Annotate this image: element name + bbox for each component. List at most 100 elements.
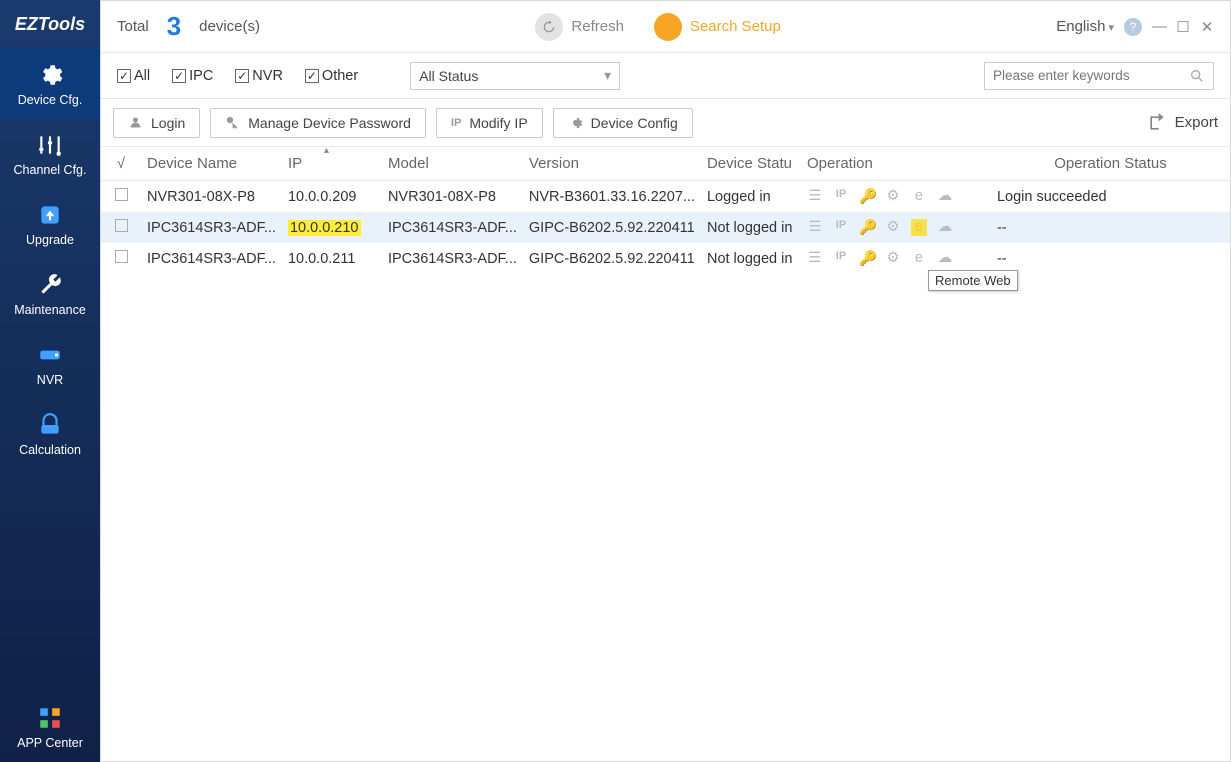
cell-device-status: Logged in [701, 181, 801, 213]
app-logo: EZTools [0, 0, 100, 49]
table-header-row: √ Device Name IP▴ Model Version Device S… [101, 147, 1230, 181]
wrench-icon [37, 272, 63, 298]
cloud-icon[interactable]: ☁ [937, 219, 953, 236]
topbar: Total 3 device(s) Refresh Search Setup E… [101, 1, 1230, 53]
search-input[interactable] [993, 68, 1189, 83]
gear-icon[interactable]: ⚙ [885, 219, 901, 236]
gear-icon[interactable]: ⚙ [885, 188, 901, 205]
col-ip[interactable]: IP▴ [282, 147, 382, 181]
tooltip-remote-web: Remote Web [928, 270, 1018, 291]
sidebar-item-maintenance[interactable]: Maintenance [0, 259, 100, 329]
language-selector[interactable]: English [1056, 18, 1114, 35]
help-icon[interactable]: ? [1124, 18, 1142, 36]
search-setup-icon [654, 13, 682, 41]
detail-icon[interactable]: ☰ [807, 219, 823, 236]
sidebar-item-label: APP Center [17, 736, 83, 750]
table-row[interactable]: NVR301-08X-P8 10.0.0.209 NVR301-08X-P8 N… [101, 181, 1230, 213]
cell-model: IPC3614SR3-ADF... [382, 212, 523, 243]
cell-operation-status: -- [991, 243, 1230, 274]
cell-ip: 10.0.0.211 [282, 243, 382, 274]
refresh-button[interactable]: Refresh [535, 13, 624, 41]
export-button[interactable]: Export [1147, 113, 1218, 133]
cloud-icon[interactable]: ☁ [937, 188, 953, 205]
key-icon[interactable]: 🔑 [859, 188, 875, 205]
sidebar-item-label: Upgrade [26, 233, 74, 247]
key-icon[interactable]: 🔑 [859, 219, 875, 236]
filter-bar: ✓All ✓IPC ✓NVR ✓Other All Status ▾ [101, 53, 1230, 99]
cell-device-status: Not logged in [701, 243, 801, 274]
remote-web-icon[interactable]: e [911, 219, 927, 236]
detail-icon[interactable]: ☰ [807, 188, 823, 205]
filter-all-checkbox[interactable]: ✓All [117, 68, 150, 84]
device-table: √ Device Name IP▴ Model Version Device S… [101, 147, 1230, 761]
chevron-down-icon: ▾ [604, 67, 611, 84]
sidebar-item-label: Calculation [19, 443, 81, 457]
key-icon[interactable]: 🔑 [859, 250, 875, 267]
ip-icon[interactable]: IP [833, 250, 849, 267]
sort-indicator-icon: ▴ [324, 147, 329, 156]
search-setup-button[interactable]: Search Setup [654, 13, 781, 41]
remote-web-icon[interactable]: e [911, 188, 927, 205]
sidebar-item-channel-cfg[interactable]: Channel Cfg. [0, 119, 100, 189]
filter-nvr-checkbox[interactable]: ✓NVR [235, 68, 283, 84]
modify-ip-button[interactable]: IPModify IP [436, 108, 543, 138]
cell-version: GIPC-B6202.5.92.220411 [523, 243, 701, 274]
ip-icon: IP [451, 117, 461, 129]
remote-web-icon[interactable]: e [911, 250, 927, 267]
ip-icon[interactable]: IP [833, 219, 849, 236]
col-operation-status[interactable]: Operation Status [991, 147, 1230, 181]
close-icon[interactable]: ✕ [1200, 18, 1214, 36]
cell-ip: 10.0.0.209 [282, 181, 382, 213]
status-select[interactable]: All Status ▾ [410, 62, 620, 90]
gear-icon [568, 115, 583, 130]
total-label: Total [117, 18, 149, 35]
cell-model: IPC3614SR3-ADF... [382, 243, 523, 274]
table-row[interactable]: IPC3614SR3-ADF... 10.0.0.211 IPC3614SR3-… [101, 243, 1230, 274]
apps-icon [37, 705, 63, 731]
sidebar-item-app-center[interactable]: APP Center [0, 692, 100, 762]
col-device-status[interactable]: Device Statu [701, 147, 801, 181]
sliders-icon [37, 132, 63, 158]
calculation-icon [37, 412, 63, 438]
cell-device-name: IPC3614SR3-ADF... [141, 212, 282, 243]
sidebar-item-calculation[interactable]: Calculation [0, 399, 100, 469]
cell-device-name: IPC3614SR3-ADF... [141, 243, 282, 274]
row-checkbox[interactable] [115, 219, 128, 232]
row-checkbox[interactable] [115, 250, 128, 263]
gear-icon[interactable]: ⚙ [885, 250, 901, 267]
detail-icon[interactable]: ☰ [807, 250, 823, 267]
total-count: 3 [167, 11, 181, 42]
col-model[interactable]: Model [382, 147, 523, 181]
manage-password-button[interactable]: Manage Device Password [210, 108, 426, 138]
operation-icons: ☰ IP 🔑 ⚙ e ☁ [807, 188, 985, 205]
filter-other-checkbox[interactable]: ✓Other [305, 68, 358, 84]
refresh-icon [535, 13, 563, 41]
minimize-icon[interactable]: — [1152, 18, 1166, 35]
ip-icon[interactable]: IP [833, 188, 849, 205]
operation-icons: ☰ IP 🔑 ⚙ e ☁ [807, 250, 985, 267]
sidebar-item-label: Channel Cfg. [14, 163, 87, 177]
upgrade-icon [37, 202, 63, 228]
col-check[interactable]: √ [101, 147, 141, 181]
col-device-name[interactable]: Device Name [141, 147, 282, 181]
cloud-icon[interactable]: ☁ [937, 250, 953, 267]
gear-icon [37, 62, 63, 88]
cell-ip: 10.0.0.210 [282, 212, 382, 243]
toolbar: Login Manage Device Password IPModify IP… [101, 99, 1230, 147]
cell-operation-status: Login succeeded [991, 181, 1230, 213]
col-version[interactable]: Version [523, 147, 701, 181]
col-operation[interactable]: Operation [801, 147, 991, 181]
sidebar-item-nvr[interactable]: NVR [0, 329, 100, 399]
device-config-button[interactable]: Device Config [553, 108, 693, 138]
search-icon[interactable] [1189, 68, 1205, 84]
operation-icons: ☰ IP 🔑 ⚙ e ☁ [807, 219, 985, 236]
sidebar-item-device-cfg[interactable]: Device Cfg. [0, 49, 100, 119]
sidebar-item-label: Device Cfg. [18, 93, 83, 107]
maximize-icon[interactable]: ☐ [1176, 18, 1190, 36]
login-button[interactable]: Login [113, 108, 200, 138]
sidebar-item-upgrade[interactable]: Upgrade [0, 189, 100, 259]
search-box[interactable] [984, 62, 1214, 90]
row-checkbox[interactable] [115, 188, 128, 201]
table-row[interactable]: IPC3614SR3-ADF... 10.0.0.210 IPC3614SR3-… [101, 212, 1230, 243]
filter-ipc-checkbox[interactable]: ✓IPC [172, 68, 213, 84]
